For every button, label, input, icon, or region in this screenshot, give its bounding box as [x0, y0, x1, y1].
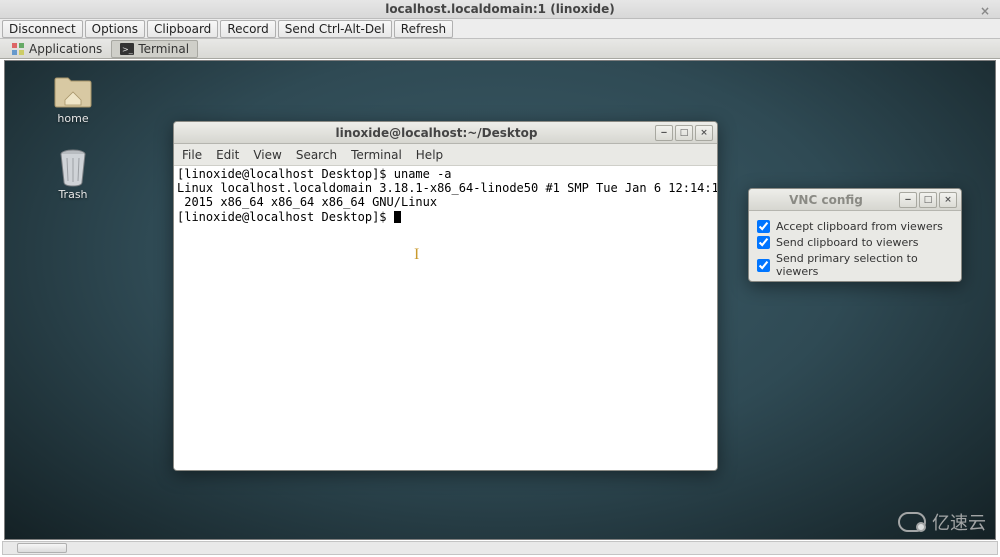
scrollbar-thumb[interactable] — [17, 543, 67, 553]
viewer-horizontal-scrollbar[interactable] — [2, 541, 998, 555]
applications-label: Applications — [29, 42, 102, 56]
vnc-opt-send-primary-checkbox[interactable] — [757, 259, 770, 272]
terminal-prompt: [linoxide@localhost Desktop]$ — [177, 210, 394, 224]
app-titlebar: localhost.localdomain:1 (linoxide) × — [0, 0, 1000, 19]
terminal-cursor — [394, 211, 401, 223]
terminal-window[interactable]: linoxide@localhost:~/Desktop ‒ □ × File … — [173, 121, 718, 471]
record-button[interactable]: Record — [220, 20, 275, 38]
trash-label: Trash — [41, 188, 105, 201]
applications-icon — [11, 42, 25, 56]
terminal-menu-help[interactable]: Help — [416, 148, 443, 162]
send-ctrl-alt-del-button[interactable]: Send Ctrl-Alt-Del — [278, 20, 392, 38]
terminal-minimize-button[interactable]: ‒ — [655, 125, 673, 141]
home-label: home — [41, 112, 105, 125]
vnc-close-button[interactable]: × — [939, 192, 957, 208]
terminal-line: 2015 x86_64 x86_64 x86_64 GNU/Linux — [177, 195, 437, 209]
refresh-button[interactable]: Refresh — [394, 20, 453, 38]
terminal-menu-terminal[interactable]: Terminal — [351, 148, 402, 162]
remote-desktop[interactable]: home Trash linoxide@localhost:~/Desktop … — [4, 60, 996, 540]
vnc-config-window[interactable]: VNC config ‒ □ × Accept clipboard from v… — [748, 188, 962, 282]
vnc-opt-send-clipboard-label: Send clipboard to viewers — [776, 236, 919, 249]
terminal-line: [linoxide@localhost Desktop]$ uname -a — [177, 167, 452, 181]
viewer-toolbar: Disconnect Options Clipboard Record Send… — [0, 19, 1000, 39]
text-cursor-icon: I — [414, 248, 419, 262]
terminal-menu-search[interactable]: Search — [296, 148, 337, 162]
app-close-icon[interactable]: × — [980, 2, 990, 21]
terminal-menu-edit[interactable]: Edit — [216, 148, 239, 162]
terminal-maximize-button[interactable]: □ — [675, 125, 693, 141]
terminal-line: Linux localhost.localdomain 3.18.1-x86_6… — [177, 181, 717, 195]
vnc-opt-accept-clipboard[interactable]: Accept clipboard from viewers — [757, 220, 953, 233]
clipboard-button[interactable]: Clipboard — [147, 20, 218, 38]
vnc-minimize-button[interactable]: ‒ — [899, 192, 917, 208]
terminal-title: linoxide@localhost:~/Desktop — [218, 126, 655, 140]
desktop-icon-home[interactable]: home — [41, 75, 105, 125]
vnc-opt-send-primary-label: Send primary selection to viewers — [776, 252, 953, 278]
vnc-maximize-button[interactable]: □ — [919, 192, 937, 208]
terminal-close-button[interactable]: × — [695, 125, 713, 141]
svg-text:>_: >_ — [122, 45, 134, 54]
applications-menu-button[interactable]: Applications — [2, 40, 111, 58]
trash-icon — [53, 151, 93, 185]
vnc-opt-send-clipboard[interactable]: Send clipboard to viewers — [757, 236, 953, 249]
home-folder-icon — [53, 75, 93, 109]
terminal-menubar: File Edit View Search Terminal Help — [174, 144, 717, 166]
vnc-opt-accept-clipboard-checkbox[interactable] — [757, 220, 770, 233]
vnc-config-titlebar[interactable]: VNC config ‒ □ × — [749, 189, 961, 211]
taskbar-item-terminal[interactable]: >_ Terminal — [111, 40, 198, 58]
app-title: localhost.localdomain:1 (linoxide) — [385, 2, 615, 16]
taskbar-terminal-label: Terminal — [138, 42, 189, 56]
options-button[interactable]: Options — [85, 20, 145, 38]
vnc-config-body: Accept clipboard from viewers Send clipb… — [749, 211, 961, 282]
vnc-opt-send-clipboard-checkbox[interactable] — [757, 236, 770, 249]
disconnect-button[interactable]: Disconnect — [2, 20, 83, 38]
vnc-config-title: VNC config — [753, 193, 899, 207]
vnc-opt-send-primary[interactable]: Send primary selection to viewers — [757, 252, 953, 278]
terminal-menu-view[interactable]: View — [253, 148, 281, 162]
terminal-body[interactable]: [linoxide@localhost Desktop]$ uname -a L… — [174, 166, 717, 470]
vnc-opt-accept-clipboard-label: Accept clipboard from viewers — [776, 220, 943, 233]
terminal-icon: >_ — [120, 42, 134, 56]
terminal-titlebar[interactable]: linoxide@localhost:~/Desktop ‒ □ × — [174, 122, 717, 144]
desktop-icon-trash[interactable]: Trash — [41, 151, 105, 201]
remote-taskbar: Applications >_ Terminal — [0, 39, 1000, 59]
terminal-menu-file[interactable]: File — [182, 148, 202, 162]
